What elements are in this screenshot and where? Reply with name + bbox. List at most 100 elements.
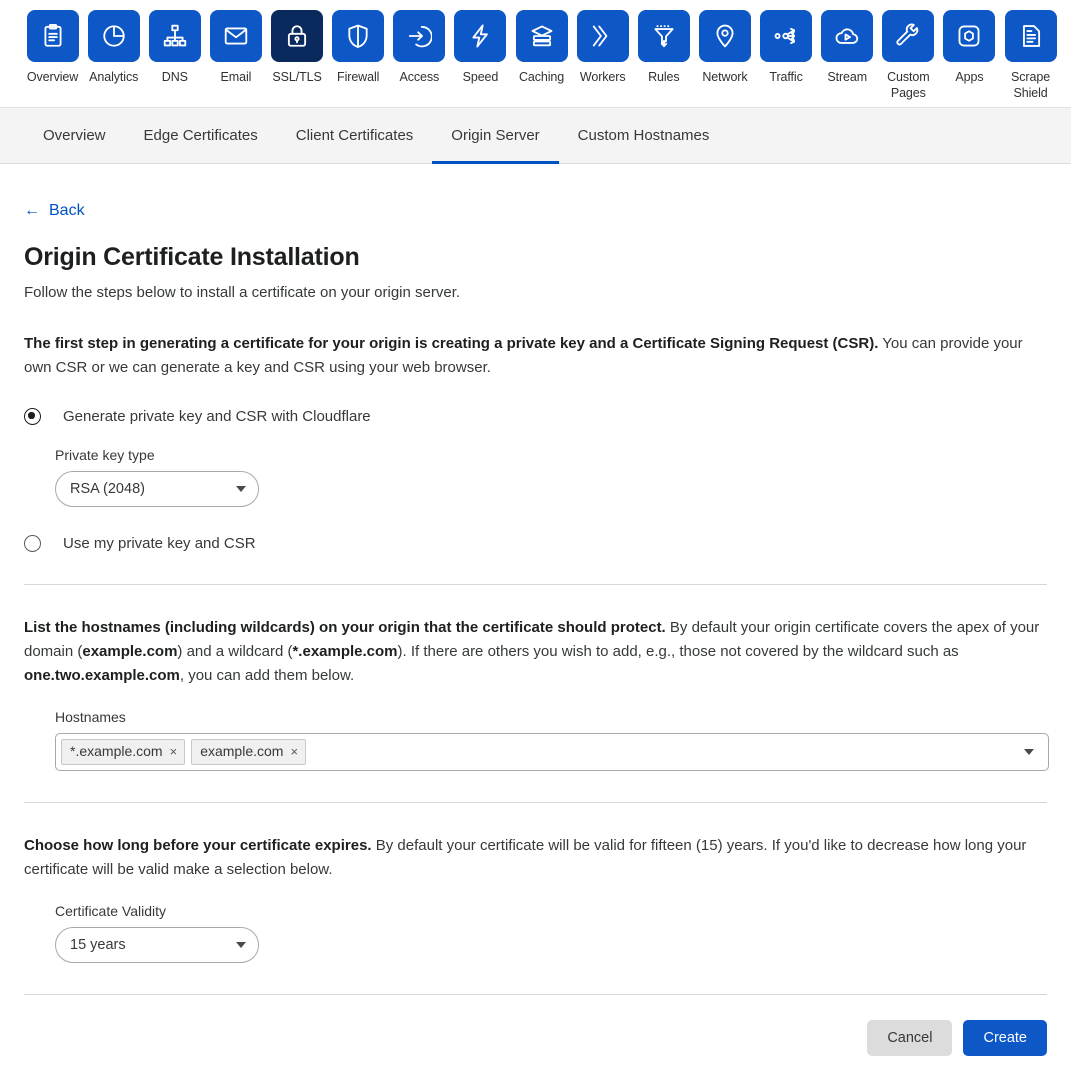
app-item-apps[interactable]: Apps [941, 10, 998, 85]
app-item-label: Caching [519, 69, 564, 85]
form-actions: Cancel Create [24, 1020, 1047, 1080]
tab-label: Client Certificates [296, 127, 414, 144]
hostnames-text-b: ) and a wildcard ( [177, 643, 292, 660]
cancel-button[interactable]: Cancel [867, 1020, 952, 1056]
app-item-rules[interactable]: Rules [635, 10, 692, 85]
private-key-type-group: Private key type RSA (2048) [55, 447, 1047, 507]
radio-generate-with-cloudflare[interactable]: Generate private key and CSR with Cloudf… [24, 407, 1047, 426]
app-item-dns[interactable]: DNS [146, 10, 203, 85]
validity-description-lead: Choose how long before your certificate … [24, 837, 372, 854]
app-item-label: Stream [827, 69, 867, 85]
footer-divider [24, 994, 1047, 995]
app-item-stream[interactable]: Stream [819, 10, 876, 85]
database-icon [516, 10, 568, 62]
app-item-custom-pages[interactable]: Custom Pages [880, 10, 937, 101]
tab-label: Overview [43, 127, 106, 144]
hostname-chip: *.example.com× [61, 739, 185, 765]
app-item-label: Network [702, 69, 747, 85]
app-item-label: Apps [955, 69, 983, 85]
chevron-down-icon [236, 486, 246, 492]
hostnames-label: Hostnames [55, 709, 1047, 725]
app-item-scrape-shield[interactable]: Scrape Shield [1002, 10, 1059, 101]
hostnames-multiselect[interactable]: *.example.com×example.com× [55, 733, 1049, 771]
shield-icon [332, 10, 384, 62]
arrow-left-icon: ← [24, 203, 40, 219]
back-label: Back [49, 202, 85, 220]
tab-label: Origin Server [451, 127, 539, 144]
csr-description-lead: The first step in generating a certifica… [24, 335, 878, 352]
app-item-label: SSL/TLS [272, 69, 321, 85]
certificate-validity-label: Certificate Validity [55, 903, 1047, 919]
section-divider [24, 584, 1047, 585]
private-key-type-select[interactable]: RSA (2048) [55, 471, 259, 507]
clipboard-icon [27, 10, 79, 62]
app-item-access[interactable]: Access [391, 10, 448, 85]
tab-client-certificates[interactable]: Client Certificates [277, 108, 433, 163]
radio-indicator[interactable] [24, 408, 41, 425]
pie-chart-icon [88, 10, 140, 62]
private-key-type-value: RSA (2048) [70, 481, 228, 497]
hostnames-bold-subdomain: one.two.example.com [24, 667, 180, 684]
app-item-label: Overview [27, 69, 78, 85]
app-item-caching[interactable]: Caching [513, 10, 570, 85]
validity-description: Choose how long before your certificate … [24, 834, 1047, 882]
document-icon [1005, 10, 1057, 62]
create-button[interactable]: Create [963, 1020, 1047, 1056]
certificate-validity-select[interactable]: 15 years [55, 927, 259, 963]
app-item-label: Access [399, 69, 439, 85]
app-item-label: Email [221, 69, 252, 85]
app-item-workers[interactable]: Workers [574, 10, 631, 85]
app-item-network[interactable]: Network [696, 10, 753, 85]
certificate-validity-value: 15 years [70, 937, 228, 953]
sitemap-icon [149, 10, 201, 62]
hostnames-text-c: ). If there are others you wish to add, … [398, 643, 959, 660]
app-item-email[interactable]: Email [207, 10, 264, 85]
app-item-label: Speed [463, 69, 499, 85]
chevron-down-icon[interactable] [1024, 749, 1034, 755]
radio-indicator[interactable] [24, 535, 41, 552]
ssl-tls-tabbar: Overview Edge Certificates Client Certific… [0, 108, 1071, 164]
share-nodes-icon [760, 10, 812, 62]
cloud-play-icon [821, 10, 873, 62]
app-item-firewall[interactable]: Firewall [330, 10, 387, 85]
app-item-overview[interactable]: Overview [24, 10, 81, 85]
page-subtitle: Follow the steps below to install a cert… [24, 284, 1047, 301]
app-item-label: Custom Pages [880, 69, 937, 101]
funnel-icon [638, 10, 690, 62]
app-item-ssl-tls[interactable]: SSL/TLS [269, 10, 326, 85]
app-item-label: DNS [162, 69, 188, 85]
tab-custom-hostnames[interactable]: Custom Hostnames [559, 108, 729, 163]
map-pin-icon [699, 10, 751, 62]
hostnames-description-lead: List the hostnames (including wildcards)… [24, 619, 666, 636]
app-square-icon [943, 10, 995, 62]
chevrons-icon [577, 10, 629, 62]
app-item-label: Workers [580, 69, 626, 85]
remove-chip-icon[interactable]: × [170, 745, 178, 758]
tab-overview[interactable]: Overview [24, 108, 125, 163]
radio-use-my-key[interactable]: Use my private key and CSR [24, 534, 1047, 553]
csr-description: The first step in generating a certifica… [24, 332, 1047, 380]
hostnames-bold-apex: example.com [82, 643, 177, 660]
app-item-analytics[interactable]: Analytics [85, 10, 142, 85]
app-item-label: Analytics [89, 69, 138, 85]
lock-icon [271, 10, 323, 62]
tab-edge-certificates[interactable]: Edge Certificates [125, 108, 277, 163]
private-key-type-label: Private key type [55, 447, 1047, 463]
hostnames-text-d: , you can add them below. [180, 667, 354, 684]
app-item-speed[interactable]: Speed [452, 10, 509, 85]
hostnames-group: Hostnames *.example.com×example.com× [55, 709, 1047, 771]
app-item-label: Firewall [337, 69, 379, 85]
back-link[interactable]: ← Back [24, 202, 85, 220]
hostnames-bold-wildcard: *.example.com [292, 643, 397, 660]
app-item-label: Scrape Shield [1002, 69, 1059, 101]
app-item-traffic[interactable]: Traffic [758, 10, 815, 85]
wrench-icon [882, 10, 934, 62]
app-icon-bar: Overview Analytics DNS Email SSL/TLS Firewall… [0, 0, 1071, 108]
radio-label: Use my private key and CSR [63, 534, 256, 553]
hostnames-description: List the hostnames (including wildcards)… [24, 616, 1047, 688]
tab-origin-server[interactable]: Origin Server [432, 108, 558, 163]
hostname-chip-list: *.example.com×example.com× [61, 739, 1016, 765]
tab-label: Edge Certificates [144, 127, 258, 144]
remove-chip-icon[interactable]: × [290, 745, 298, 758]
app-item-label: Traffic [769, 69, 802, 85]
